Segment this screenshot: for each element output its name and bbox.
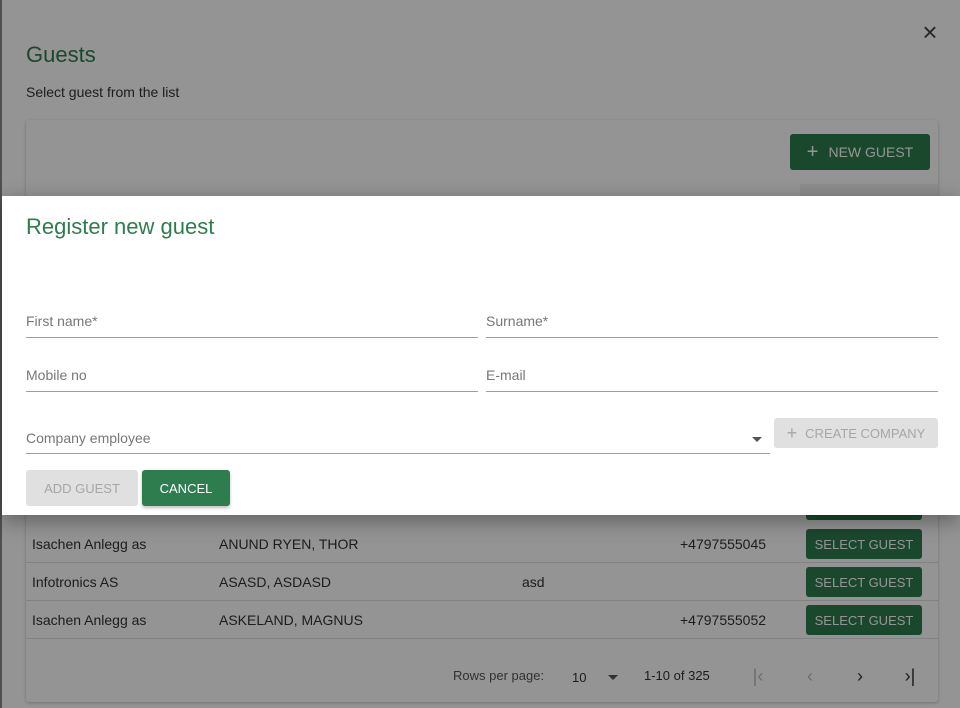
mobile-input[interactable] (26, 360, 478, 390)
chevron-down-icon[interactable] (752, 437, 762, 442)
first-name-input[interactable] (26, 306, 478, 336)
first-name-field[interactable] (26, 306, 478, 338)
email-field[interactable] (486, 360, 938, 392)
email-input[interactable] (486, 360, 938, 390)
surname-field[interactable] (486, 306, 938, 338)
add-guest-button[interactable]: ADD GUEST (26, 470, 138, 506)
company-employee-placeholder: Company employee (26, 430, 151, 446)
dialog-title: Register new guest (26, 214, 215, 239)
cancel-button[interactable]: CANCEL (142, 470, 230, 506)
company-employee-select[interactable]: Company employee (26, 422, 770, 454)
create-company-label: CREATE COMPANY (805, 425, 926, 441)
plus-icon: + (786, 422, 798, 443)
surname-input[interactable] (486, 306, 938, 336)
register-guest-dialog: Register new guest Company employee + CR… (2, 196, 960, 515)
mobile-field[interactable] (26, 360, 478, 392)
create-company-button[interactable]: + CREATE COMPANY (774, 418, 938, 448)
